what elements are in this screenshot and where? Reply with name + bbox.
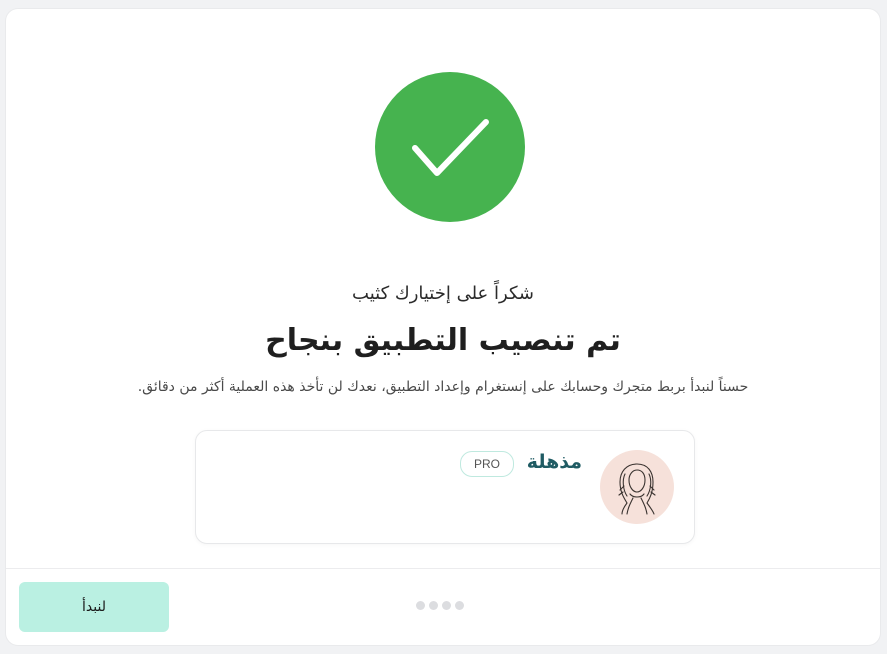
step-dot	[442, 601, 451, 610]
avatar	[600, 450, 674, 524]
woman-hijab-avatar-icon	[618, 463, 656, 515]
thanks-message: شكراً على إختيارك كثيب	[352, 283, 534, 304]
theme-name: مذهلة	[526, 451, 582, 473]
step-dot	[455, 601, 464, 610]
theme-card: مذهلة PRO	[195, 430, 695, 544]
check-icon	[412, 119, 489, 176]
description-text: حسناً لنبدأ بربط متجرك وحسابك على إنستغر…	[137, 379, 749, 395]
step-indicator	[416, 601, 464, 611]
step-dot	[429, 601, 438, 610]
page-title: تم تنصيب التطبيق بنجاح	[265, 323, 621, 358]
footer-divider	[6, 568, 880, 569]
start-button[interactable]: لنبدأ	[19, 582, 169, 632]
success-badge	[375, 72, 525, 222]
install-success-dialog: شكراً على إختيارك كثيب تم تنصيب التطبيق …	[6, 9, 880, 645]
pro-badge: PRO	[460, 451, 514, 477]
step-dot	[416, 601, 425, 610]
